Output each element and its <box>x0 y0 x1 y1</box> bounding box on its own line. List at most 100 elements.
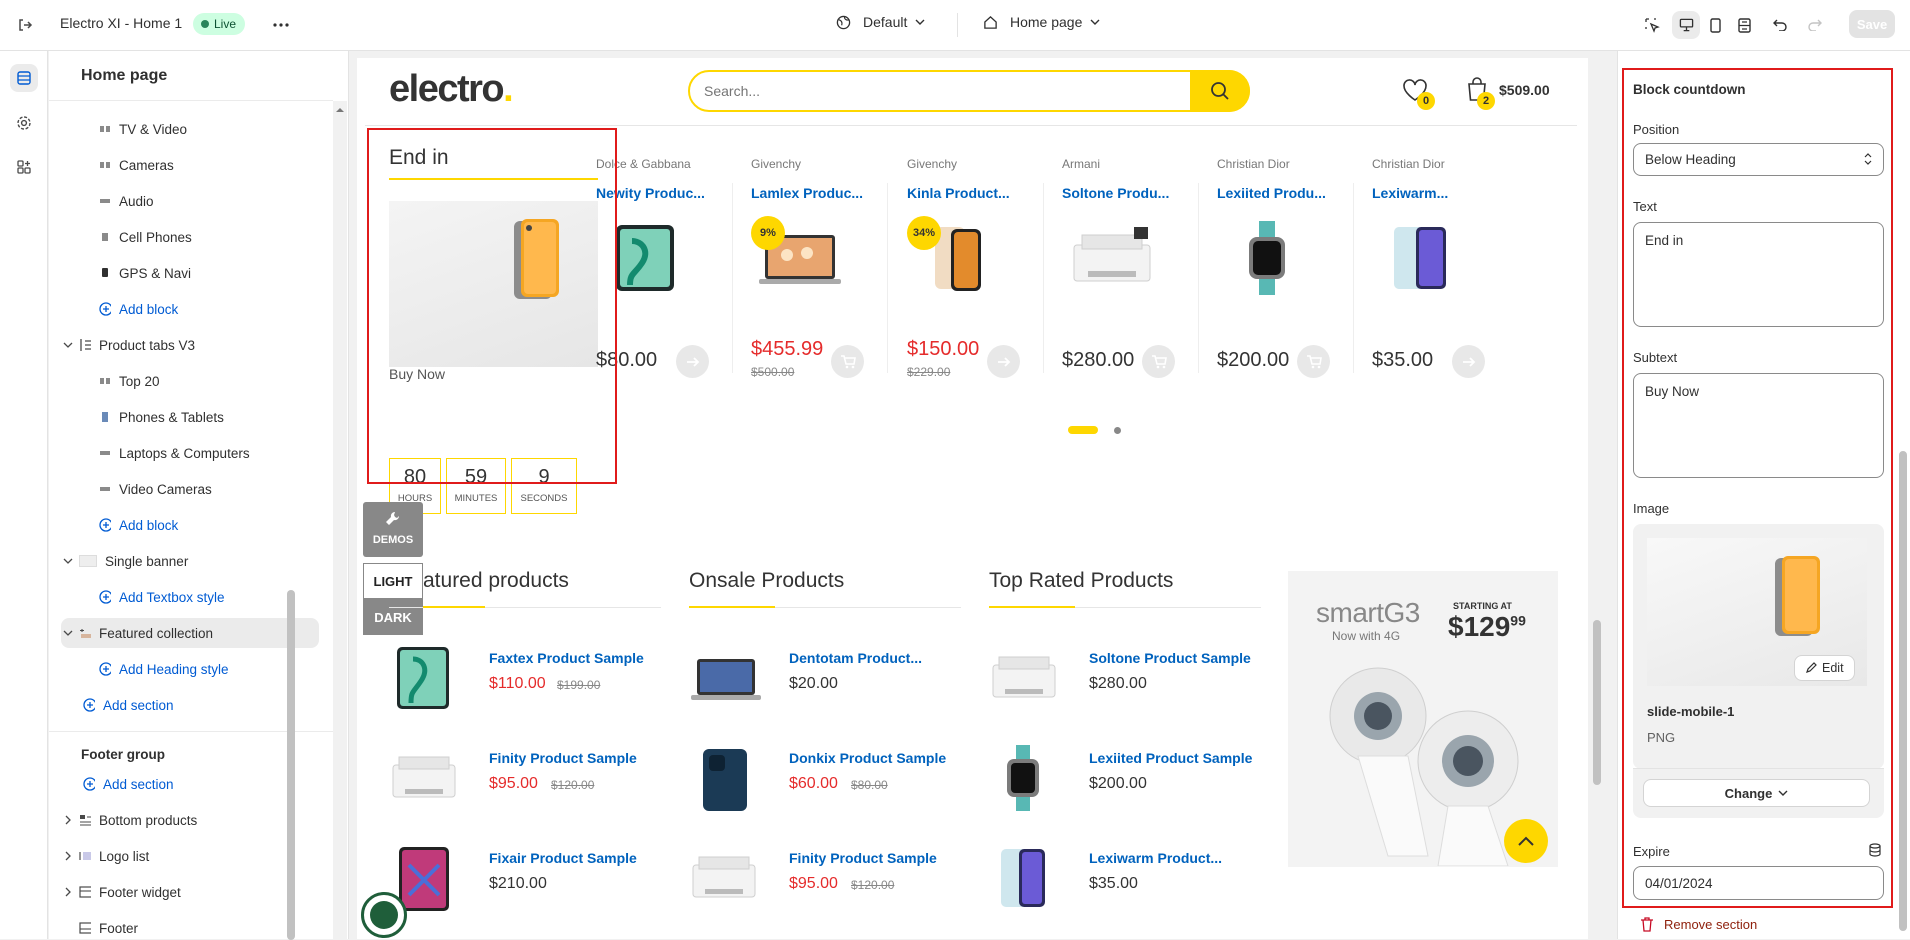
sidebar-item-laptops-computers[interactable]: Laptops & Computers <box>99 438 250 468</box>
sidebar-item-label: Audio <box>119 193 154 209</box>
product-image[interactable] <box>1223 221 1309 295</box>
add-to-cart-button[interactable] <box>1297 345 1330 378</box>
list-product-name[interactable]: Soltone Product Sample <box>1089 650 1251 666</box>
preview-scrollbar[interactable] <box>1590 58 1604 939</box>
settings-highlight <box>1622 68 1893 908</box>
search-button[interactable] <box>1190 70 1250 112</box>
add-to-cart-button[interactable] <box>831 345 864 378</box>
theme-select[interactable]: Default <box>836 14 925 30</box>
page-select-label: Home page <box>1010 14 1083 30</box>
list-product-image[interactable] <box>689 745 761 815</box>
sidebar-item-featured-collection[interactable]: Featured collection <box>61 618 319 648</box>
list-product-price: $210.00 <box>489 875 547 892</box>
sidebar-item-label: Cell Phones <box>119 229 192 245</box>
sidebar-item-label: TV & Video <box>119 121 188 137</box>
list-product-name[interactable]: Finity Product Sample <box>789 850 937 866</box>
promo-banner[interactable]: smartG3 Now with 4G STARTING AT $12999 <box>1288 571 1558 867</box>
add-to-cart-button[interactable] <box>1452 345 1485 378</box>
panel-scroll-thumb[interactable] <box>1899 451 1907 931</box>
divider <box>49 100 333 101</box>
block-icon <box>99 412 111 422</box>
list-product-image[interactable] <box>689 645 761 715</box>
save-button[interactable]: Save <box>1849 10 1895 38</box>
product-image[interactable] <box>1068 221 1154 295</box>
preview-scroll-thumb[interactable] <box>1593 620 1601 785</box>
scroll-top-button[interactable] <box>1504 819 1548 863</box>
add-textbox-style-button[interactable]: Add Textbox style <box>99 582 225 612</box>
product-name[interactable]: Lexiited Produ... <box>1217 185 1326 201</box>
remove-section-button[interactable]: Remove section <box>1640 917 1757 932</box>
product-image[interactable] <box>1378 221 1464 295</box>
desktop-icon[interactable] <box>1672 11 1700 39</box>
sections-icon[interactable] <box>10 64 38 92</box>
add-block-button[interactable]: Add block <box>99 510 178 540</box>
list-product-name[interactable]: Donkix Product Sample <box>789 750 946 766</box>
list-product-image[interactable] <box>989 645 1061 715</box>
add-section-button[interactable]: Add section <box>83 769 174 799</box>
dark-mode-button[interactable]: DARK <box>363 599 423 635</box>
product-name[interactable]: Kinla Product... <box>907 185 1010 201</box>
sidebar-item-video-cameras[interactable]: Video Cameras <box>99 474 212 504</box>
chat-widget-icon[interactable] <box>361 892 407 938</box>
add-section-button[interactable]: Add section <box>83 690 174 720</box>
sidebar-item-cameras[interactable]: Cameras <box>99 150 174 180</box>
list-product-image[interactable] <box>989 745 1061 815</box>
add-block-button[interactable]: Add block <box>99 294 178 324</box>
sidebar-item-single-banner[interactable]: Single banner <box>63 546 188 576</box>
product-name[interactable]: Soltone Produ... <box>1062 185 1169 201</box>
light-mode-button[interactable]: LIGHT <box>363 563 423 599</box>
sidebar-item-top-20[interactable]: Top 20 <box>99 366 160 396</box>
sidebar-item-product-tabs-v3[interactable]: Product tabs V3 <box>63 330 195 360</box>
carousel-dot[interactable] <box>1114 427 1121 434</box>
exit-icon[interactable] <box>14 14 36 36</box>
list-product-image[interactable] <box>989 845 1061 915</box>
mobile-icon[interactable] <box>1703 13 1727 37</box>
list-product-price: $95.00 <box>489 775 538 792</box>
page-select[interactable]: Home page <box>983 14 1100 30</box>
apps-icon[interactable] <box>10 153 38 181</box>
sidebar-scrollbar[interactable] <box>333 101 347 939</box>
sidebar-item-cell-phones[interactable]: Cell Phones <box>99 222 192 252</box>
sidebar-item-phones-tablets[interactable]: Phones & Tablets <box>99 402 224 432</box>
store-logo[interactable]: electro. <box>389 68 514 111</box>
settings-icon[interactable] <box>10 109 38 137</box>
list-product-name[interactable]: Faxtex Product Sample <box>489 650 644 666</box>
list-product-name[interactable]: Dentotam Product... <box>789 650 922 666</box>
sidebar-item-gps-navi[interactable]: GPS & Navi <box>99 258 191 288</box>
sidebar-item-audio[interactable]: Audio <box>99 186 154 216</box>
search-input[interactable] <box>704 80 1144 102</box>
select-icon[interactable] <box>1640 13 1664 37</box>
carousel-dot-active[interactable] <box>1068 426 1098 434</box>
add-to-cart-button[interactable] <box>1142 345 1175 378</box>
list-product-name[interactable]: Fixair Product Sample <box>489 850 637 866</box>
sidebar-item-logo-list[interactable]: Logo list <box>65 841 149 871</box>
fullwidth-icon[interactable] <box>1732 13 1756 37</box>
add-to-cart-button[interactable] <box>676 345 709 378</box>
add-to-cart-button[interactable] <box>987 345 1020 378</box>
more-icon[interactable] <box>270 14 292 36</box>
sidebar-scroll-thumb[interactable] <box>287 590 295 940</box>
list-product-image[interactable] <box>389 745 461 815</box>
list-product-image[interactable] <box>689 845 761 915</box>
sidebar-item-bottom-products[interactable]: Bottom products <box>65 805 197 835</box>
sidebar-item-label: Footer <box>99 920 139 936</box>
list-product-name[interactable]: Lexiited Product Sample <box>1089 750 1252 766</box>
column-title-featured: atured products <box>423 569 569 592</box>
banner-price: $12999 <box>1448 611 1526 643</box>
product-name[interactable]: Lexiwarm... <box>1372 185 1448 201</box>
sidebar-item-footer-widget[interactable]: Footer widget <box>65 877 181 907</box>
sidebar-item-label: Top 20 <box>119 373 160 389</box>
undo-icon[interactable] <box>1768 13 1792 37</box>
sidebar-item-footer[interactable]: Footer <box>79 913 138 939</box>
list-product-name[interactable]: Finity Product Sample <box>489 750 637 766</box>
list-product-image[interactable] <box>389 645 461 715</box>
redo-icon[interactable] <box>1803 13 1827 37</box>
list-product-name[interactable]: Lexiwarm Product... <box>1089 850 1222 866</box>
cart-icon <box>1306 354 1322 369</box>
demos-button[interactable]: DEMOS <box>363 502 423 557</box>
sidebar-item-tv-video[interactable]: TV & Video <box>99 114 187 144</box>
product-name[interactable]: Lamlex Produc... <box>751 185 863 201</box>
scroll-up-icon[interactable] <box>335 107 345 113</box>
title-underline <box>423 606 485 608</box>
add-heading-style-button[interactable]: Add Heading style <box>99 654 229 684</box>
